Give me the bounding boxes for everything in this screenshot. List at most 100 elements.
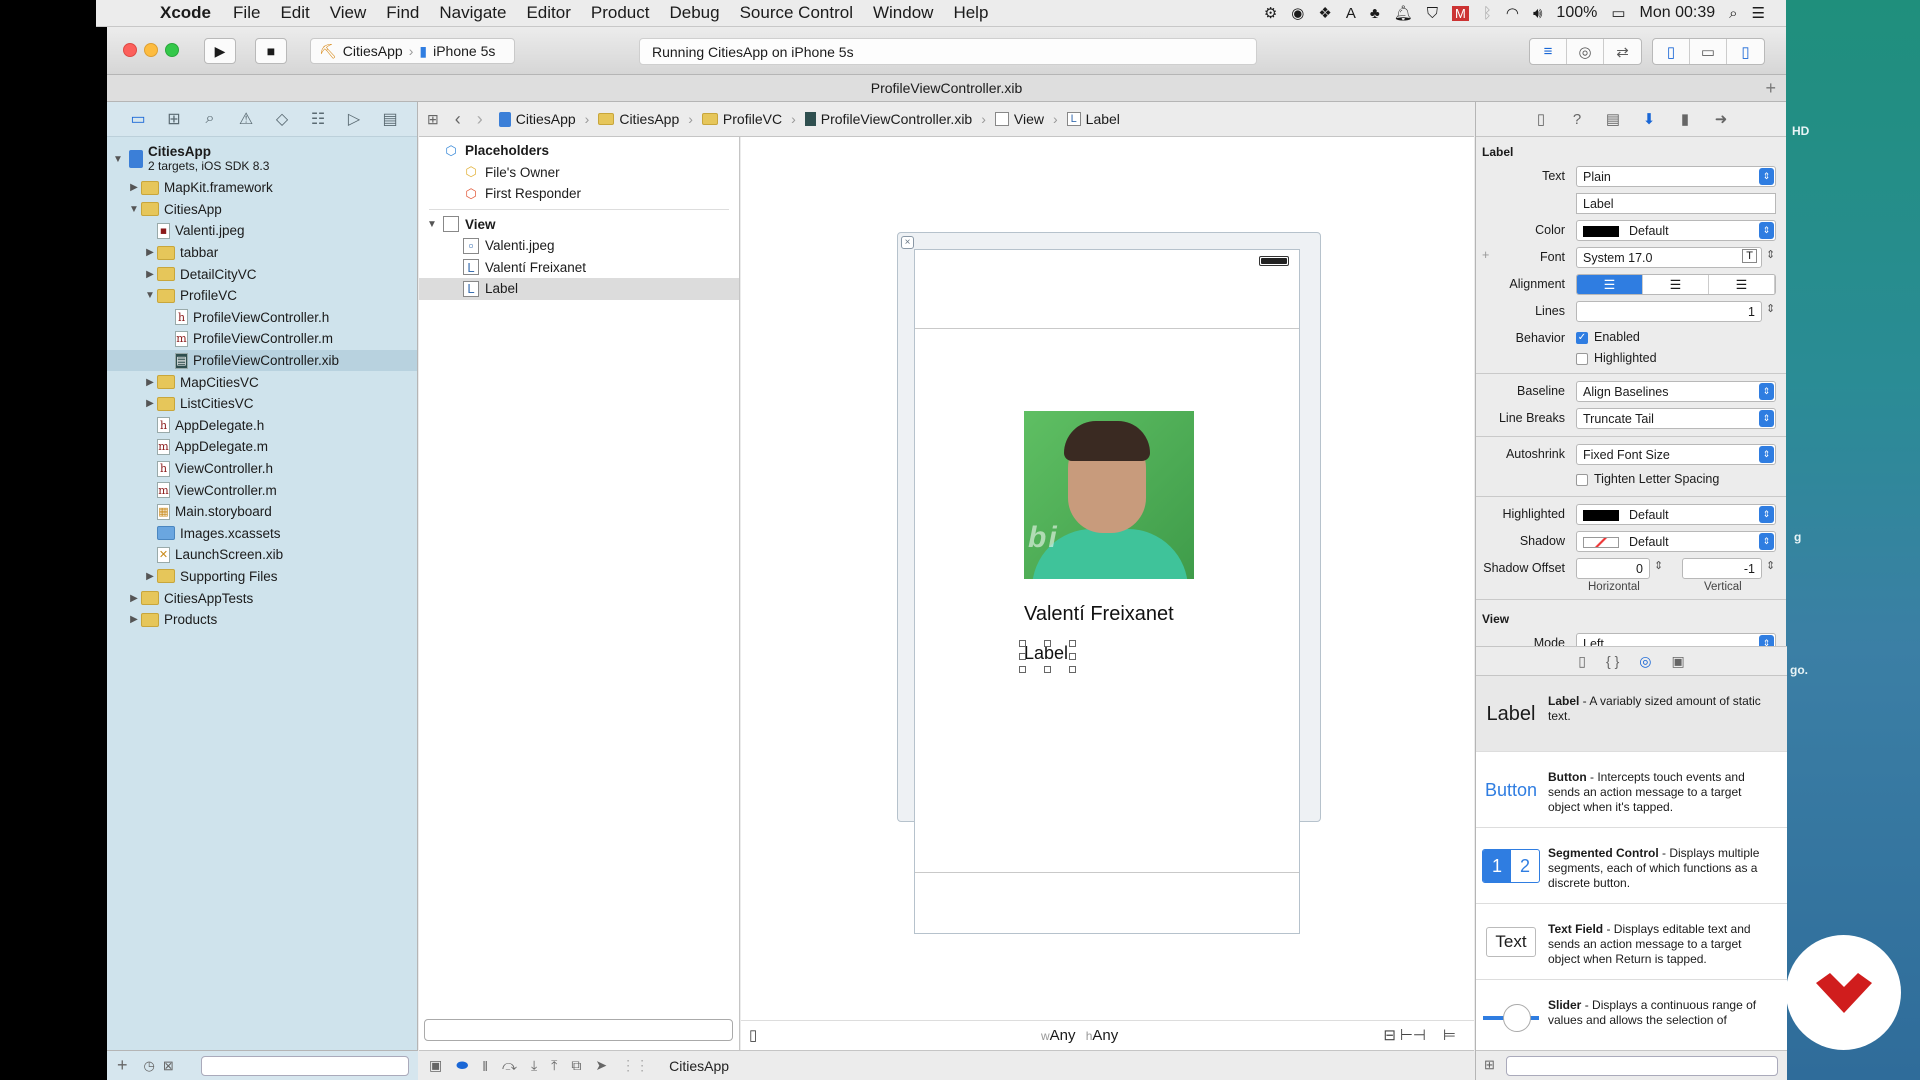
tree-row-selected[interactable]: ▤ ProfileViewController.xib	[107, 349, 417, 372]
library-item-segmented-control[interactable]: 1 2 Segmented Control - Displays multipl…	[1476, 828, 1787, 904]
shadow-offset-vertical[interactable]: -1	[1682, 558, 1762, 579]
menu-navigate[interactable]: Navigate	[429, 3, 516, 23]
tree-row[interactable]: ▼ CitiesApp	[107, 199, 417, 221]
related-items-icon[interactable]: ⊞	[427, 111, 439, 128]
search-icon[interactable]: ⌕	[199, 110, 221, 128]
breadcrumb-item[interactable]: Label	[1086, 111, 1120, 127]
resize-handle[interactable]	[1019, 666, 1026, 673]
disclosure-open-icon[interactable]: ▼	[111, 154, 125, 165]
outline-label-selected[interactable]: L Label	[419, 278, 739, 300]
library-item-text-field[interactable]: Text Text Field - Displays editable text…	[1476, 904, 1787, 980]
tighten-checkbox[interactable]: Tighten Letter Spacing	[1576, 472, 1719, 486]
object-library-icon[interactable]: ◎	[1639, 653, 1651, 670]
disclosure-closed-icon[interactable]: ▶	[143, 571, 157, 582]
step-in-icon[interactable]: ⤓	[531, 1057, 537, 1074]
profile-image[interactable]: bi	[1024, 411, 1194, 579]
tree-row[interactable]: h AppDelegate.h	[107, 415, 417, 437]
menu-app[interactable]: Xcode	[152, 3, 223, 23]
recent-filter-icon[interactable]: ◷	[144, 1058, 155, 1074]
symbol-navigator-icon[interactable]: ⊞	[163, 109, 185, 129]
add-icon[interactable]: +	[117, 1055, 128, 1076]
shield-icon[interactable]: ⛉	[1427, 5, 1438, 22]
iphone-view[interactable]: bi Valentí Freixanet Label	[914, 249, 1300, 934]
size-class-control[interactable]: wAny hAny	[1041, 1027, 1118, 1044]
shadow-offset-horizontal[interactable]: 0	[1576, 558, 1650, 579]
tree-row[interactable]: ▶ MapCitiesVC	[107, 371, 417, 393]
minimize-window-button[interactable]	[144, 43, 158, 57]
zoom-window-button[interactable]	[165, 43, 179, 57]
tree-row[interactable]: ▶ DetailCityVC	[107, 263, 417, 285]
outline-placeholders[interactable]: ⬡ Placeholders	[419, 140, 739, 162]
scheme-selector[interactable]: ⛏ CitiesApp › ▮ iPhone 5s	[310, 38, 515, 64]
report-icon[interactable]: ▤	[379, 109, 401, 129]
menu-product[interactable]: Product	[581, 3, 660, 23]
resize-handle[interactable]	[1069, 653, 1076, 660]
debug-area-toggle-icon[interactable]: ▭	[1690, 39, 1727, 64]
tree-row[interactable]: h ViewController.h	[107, 458, 417, 480]
resize-handle[interactable]	[1044, 640, 1051, 647]
resize-handle[interactable]	[1044, 666, 1051, 673]
breadcrumb-item[interactable]: CitiesApp	[619, 111, 679, 127]
debug-icon[interactable]: ☷	[307, 109, 329, 129]
wifi-icon[interactable]: ◠	[1506, 4, 1519, 22]
breadcrumb-item[interactable]: View	[1014, 111, 1044, 127]
close-window-button[interactable]	[123, 43, 137, 57]
tree-row[interactable]: ▶ ListCitiesVC	[107, 393, 417, 415]
autoshrink-select[interactable]: Fixed Font Size ⇕	[1576, 444, 1776, 465]
tree-row[interactable]: ▪ Valenti.jpeg	[107, 220, 417, 242]
record-icon[interactable]: ◉	[1291, 4, 1304, 22]
font-field[interactable]: System 17.0 T	[1576, 247, 1762, 268]
lines-field[interactable]: 1	[1576, 301, 1762, 322]
outline-filter-input[interactable]	[424, 1019, 733, 1041]
align-center-icon[interactable]: ☰	[1643, 275, 1709, 294]
menu-source-control[interactable]: Source Control	[730, 3, 863, 23]
align-left-icon[interactable]: ☰	[1577, 275, 1643, 294]
add-variation-icon[interactable]: +	[1482, 248, 1489, 262]
spotlight-icon[interactable]: ⌕	[1729, 5, 1737, 22]
notification-center-icon[interactable]: ☰	[1752, 4, 1765, 22]
menu-editor[interactable]: Editor	[516, 3, 580, 23]
breadcrumb-item[interactable]: CitiesApp	[516, 111, 576, 127]
gmail-icon[interactable]: M	[1452, 5, 1469, 21]
menu-window[interactable]: Window	[863, 3, 943, 23]
debug-area-icon[interactable]: ▣	[429, 1057, 442, 1074]
pause-icon[interactable]: ‖	[482, 1058, 488, 1074]
utilities-toggle-icon[interactable]: ▯	[1727, 39, 1764, 64]
tree-row[interactable]: m ProfileViewController.m	[107, 328, 417, 350]
dropbox-icon[interactable]: ❖	[1318, 4, 1331, 22]
resize-handle[interactable]	[1069, 666, 1076, 673]
disclosure-closed-icon[interactable]: ▶	[127, 182, 141, 193]
navigator-toggle-icon[interactable]: ▯	[1653, 39, 1690, 64]
standard-editor-icon[interactable]: ≡	[1530, 39, 1567, 64]
outline-first-responder[interactable]: ⬡ First Responder	[419, 183, 739, 205]
breakpoints-icon[interactable]: ⬬	[456, 1057, 468, 1074]
font-icon[interactable]: A	[1346, 5, 1356, 22]
tree-row[interactable]: Images.xcassets	[107, 523, 417, 545]
bell-icon[interactable]: 🔔︎	[1394, 4, 1413, 22]
library-item-label[interactable]: Label Label - A variably sized amount of…	[1476, 676, 1787, 752]
breadcrumb-item[interactable]: ProfileViewController.xib	[821, 111, 972, 127]
tree-row[interactable]: ▶ MapKit.framework	[107, 177, 417, 199]
tree-row[interactable]: m ViewController.m	[107, 479, 417, 501]
navigator-filter-input[interactable]	[201, 1056, 409, 1076]
stepper-icon[interactable]: ⇕	[1766, 302, 1775, 315]
tab-profileviewcontroller[interactable]: ProfileViewController.xib	[871, 80, 1022, 96]
resolve-icon[interactable]: ⊨	[1443, 1026, 1456, 1044]
disclosure-closed-icon[interactable]: ▶	[143, 269, 157, 280]
stop-button[interactable]: ■	[255, 38, 287, 64]
file-template-icon[interactable]: ▯	[1578, 653, 1586, 670]
font-picker-icon[interactable]: T	[1742, 249, 1757, 263]
tree-row[interactable]: m AppDelegate.m	[107, 436, 417, 458]
stepper-icon[interactable]: ⇕	[1654, 559, 1663, 572]
resize-handle[interactable]	[1019, 653, 1026, 660]
file-inspector-icon[interactable]: ▯	[1531, 110, 1551, 128]
battery-icon[interactable]: ▭	[1611, 4, 1625, 22]
menu-view[interactable]: View	[320, 3, 377, 23]
disclosure-closed-icon[interactable]: ▶	[143, 398, 157, 409]
outline-name-label[interactable]: L Valentí Freixanet	[419, 257, 739, 279]
pin-icon[interactable]: ⊢⊣	[1400, 1026, 1426, 1044]
menu-edit[interactable]: Edit	[270, 3, 319, 23]
tree-row[interactable]: ▦ Main.storyboard	[107, 501, 417, 523]
resize-handle[interactable]	[1069, 640, 1076, 647]
tree-row[interactable]: ▶ Supporting Files	[107, 566, 417, 588]
